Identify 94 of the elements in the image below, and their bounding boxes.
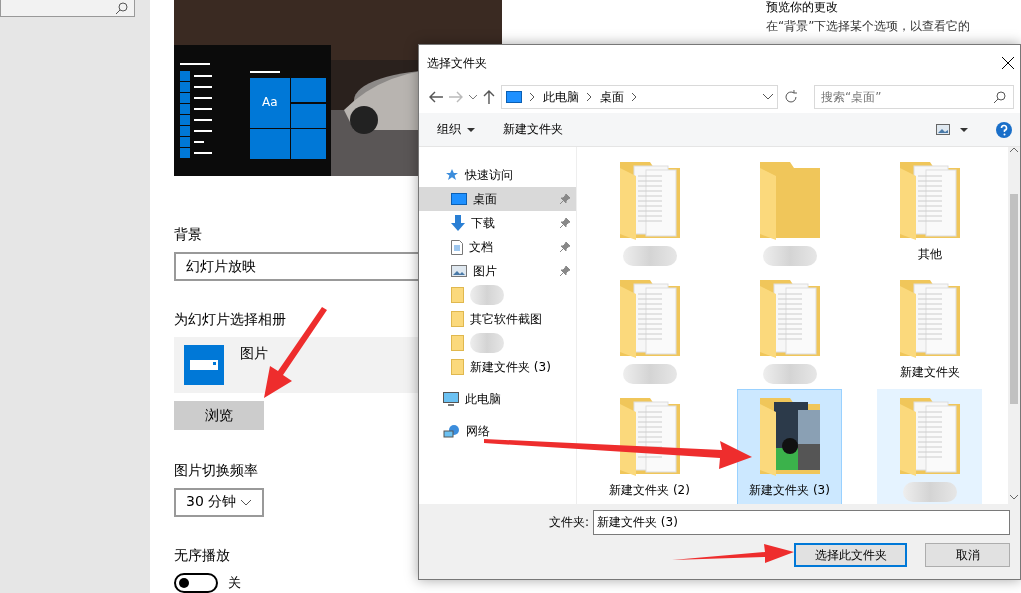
search-field[interactable]: [0, 0, 135, 17]
chevron-down-icon[interactable]: [468, 94, 477, 100]
nav-label: 文档: [469, 238, 493, 256]
folder-icon: [451, 335, 464, 351]
cancel-button[interactable]: 取消: [925, 543, 1010, 567]
scroll-up-icon[interactable]: [1010, 147, 1018, 152]
album-name: 图片: [240, 345, 268, 364]
folder-name: 新建文件夹 (2): [609, 482, 690, 499]
preview-description: 在“背景”下选择某个选项，以查看它的: [766, 18, 972, 35]
preview-heading: 预览你的更改: [766, 0, 839, 14]
album-icon: [184, 345, 224, 386]
folder-tile[interactable]: [877, 389, 982, 507]
folder-name: 新建文件夹: [899, 364, 960, 381]
blurred-label: [762, 246, 817, 266]
album-label: 为幻灯片选择相册: [174, 311, 286, 330]
close-icon[interactable]: [1002, 57, 1014, 69]
blurred-label: [762, 364, 817, 384]
folder-tile[interactable]: 新建文件夹 (2): [597, 389, 702, 507]
address-bar[interactable]: 此电脑 桌面: [500, 85, 779, 109]
browse-button[interactable]: 浏览: [174, 401, 264, 430]
folder-icon: [451, 287, 464, 303]
toggle-state: 关: [228, 574, 241, 592]
scrollbar[interactable]: [1008, 147, 1020, 504]
shuffle-toggle[interactable]: [174, 573, 218, 593]
monitor-icon: [451, 193, 467, 205]
search-icon: [116, 2, 128, 14]
chevron-right-icon: [529, 93, 535, 101]
folder-name: 新建文件夹 (3): [749, 482, 830, 499]
nav-item[interactable]: 下载: [419, 211, 576, 235]
interval-label: 图片切换频率: [174, 461, 258, 480]
blurred-label: [902, 482, 957, 502]
shuffle-label: 无序播放: [174, 547, 230, 565]
tile-text: Aa: [262, 95, 278, 109]
nav-label: 网络: [466, 422, 490, 440]
path-segment[interactable]: 桌面: [599, 88, 624, 106]
forward-arrow-icon[interactable]: [448, 91, 463, 103]
folder-tile[interactable]: 新建文件夹: [877, 271, 982, 389]
nav-label: 快速访问: [465, 166, 513, 184]
chevron-down-icon[interactable]: [763, 94, 774, 100]
dialog-title: 选择文件夹: [427, 54, 487, 72]
caret-icon[interactable]: [960, 127, 968, 132]
folder-icon: [451, 311, 464, 327]
scroll-down-icon[interactable]: [1010, 495, 1018, 500]
nav-label: 此电脑: [465, 390, 501, 408]
nav-label: 下载: [471, 214, 495, 232]
interval-dropdown[interactable]: 30 分钟: [174, 487, 264, 517]
star-icon: [445, 168, 459, 182]
nav-label: 其它软件截图: [470, 310, 542, 328]
blurred-label: [470, 333, 504, 353]
album-tile[interactable]: 图片: [174, 337, 420, 394]
chevron-right-icon: [631, 93, 637, 101]
chevron-down-icon: [240, 498, 252, 506]
caret-icon: [467, 127, 475, 132]
background-label: 背景: [174, 226, 202, 244]
folder-field-label: 文件夹:: [548, 514, 589, 531]
folder-tile[interactable]: 其他: [877, 153, 982, 271]
path-segment[interactable]: 此电脑: [542, 88, 579, 106]
organize-menu[interactable]: 组织: [437, 121, 475, 138]
nav-label: 图片: [473, 262, 497, 280]
monitor-icon: [505, 91, 522, 103]
nav-item[interactable]: 此电脑: [419, 387, 576, 411]
nav-item[interactable]: 快速访问: [419, 163, 576, 187]
pin-icon[interactable]: [560, 218, 570, 228]
view-icon[interactable]: [936, 124, 950, 135]
blurred-label: [622, 364, 677, 384]
nav-item[interactable]: 其它软件截图: [419, 307, 576, 331]
search-icon: [994, 91, 1006, 103]
nav-item[interactable]: 新建文件夹 (3): [419, 355, 576, 379]
document-icon: [451, 239, 463, 255]
network-icon: [443, 423, 460, 439]
chevron-right-icon: [586, 93, 592, 101]
up-arrow-icon[interactable]: [482, 90, 495, 104]
nav-item[interactable]: 桌面: [419, 187, 576, 211]
blurred-label: [622, 246, 677, 266]
folder-tile[interactable]: 新建文件夹 (3): [737, 389, 842, 507]
computer-icon: [443, 391, 459, 407]
refresh-icon[interactable]: [784, 90, 798, 104]
nav-label: 新建文件夹 (3): [470, 358, 551, 376]
folder-icon: [451, 359, 464, 375]
folder-field[interactable]: 新建文件夹 (3): [593, 510, 1010, 535]
back-arrow-icon[interactable]: [429, 91, 443, 103]
down-arrow-icon: [451, 215, 465, 231]
pin-icon[interactable]: [560, 266, 570, 276]
pin-icon[interactable]: [560, 194, 570, 204]
nav-item[interactable]: 网络: [419, 419, 576, 443]
folder-name: 其他: [917, 246, 942, 263]
blurred-label: [470, 285, 504, 305]
help-icon[interactable]: [996, 121, 1012, 138]
nav-label: 桌面: [473, 190, 497, 208]
scroll-thumb[interactable]: [1010, 194, 1018, 404]
image-icon: [451, 265, 467, 277]
select-folder-button[interactable]: 选择此文件夹: [794, 543, 907, 567]
pin-icon[interactable]: [560, 242, 570, 252]
new-folder-button[interactable]: 新建文件夹: [503, 121, 563, 138]
